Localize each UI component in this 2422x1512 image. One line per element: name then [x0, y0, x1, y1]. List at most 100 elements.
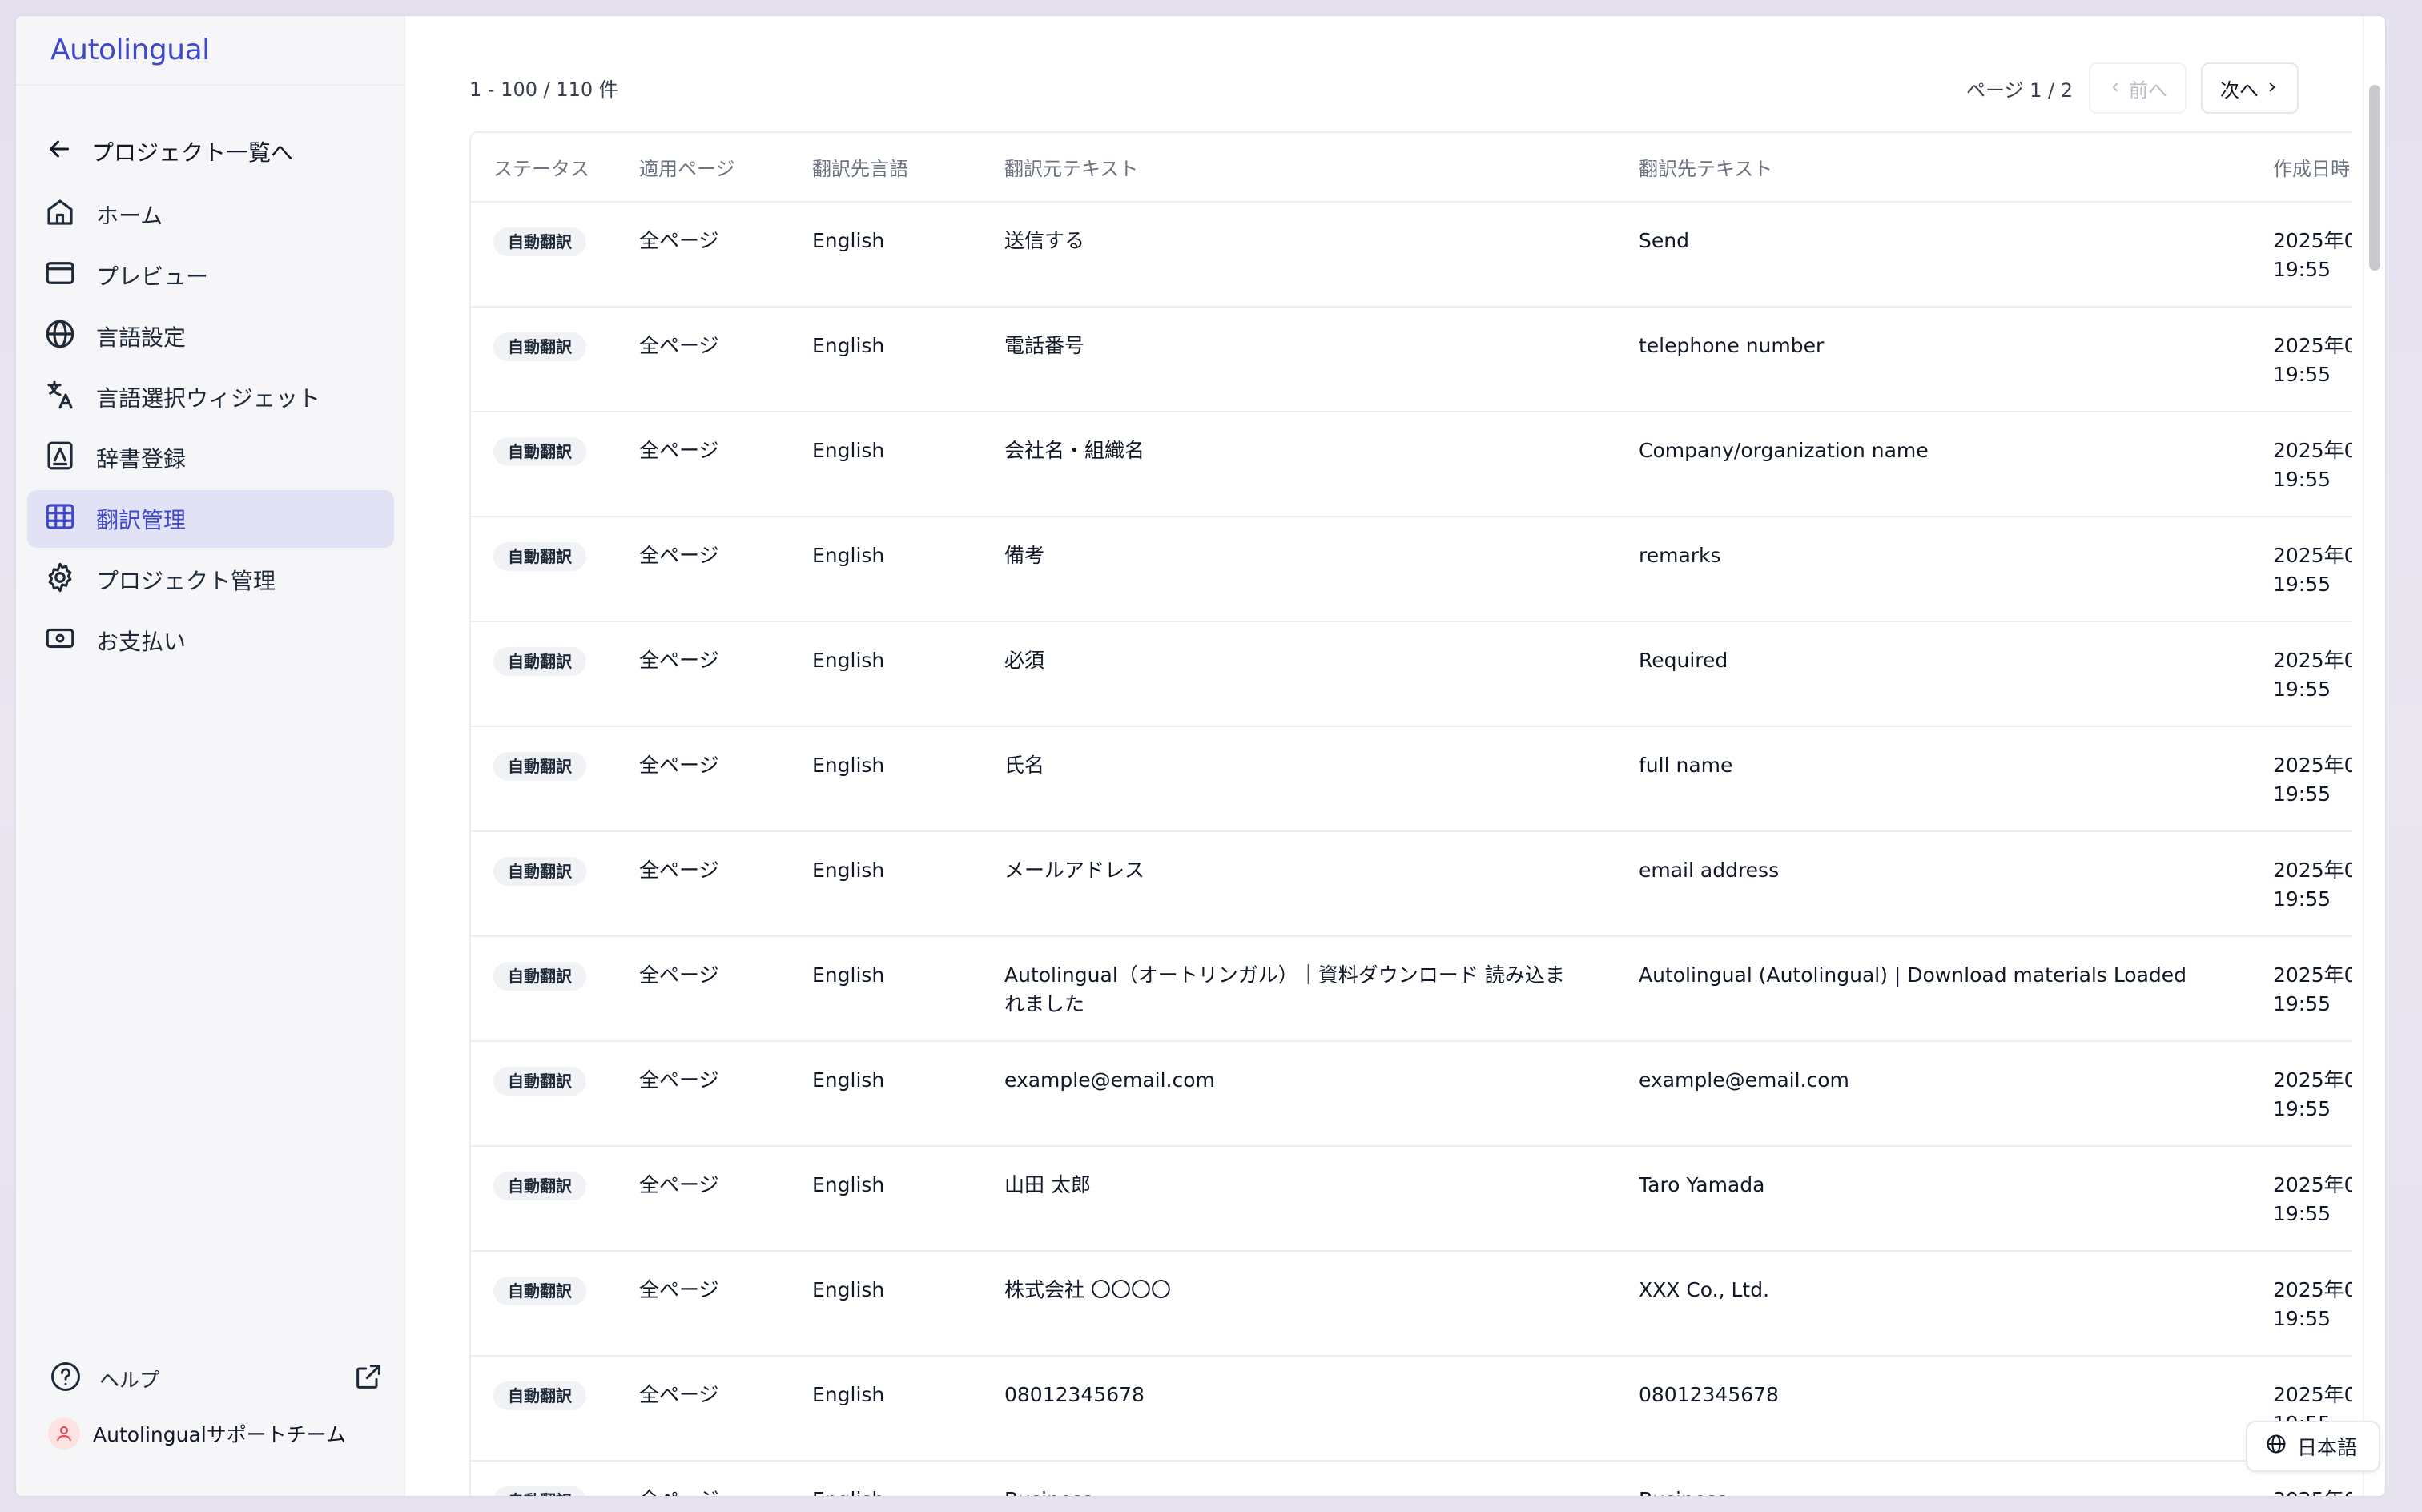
table-header-row: ステータス 適用ページ 翻訳先言語 翻訳元テキスト 翻訳先テキスト 作成日時: [471, 133, 2352, 203]
applied-page-cell: 全ページ: [617, 621, 790, 727]
target-text-cell: Autolingual (Autolingual) | Download mat…: [1616, 936, 2251, 1042]
next-page-button[interactable]: 次へ: [2201, 62, 2299, 114]
status-cell: 自動翻訳: [471, 726, 617, 832]
external-link-icon[interactable]: [352, 1361, 384, 1397]
sidebar-item-label: ホーム: [96, 203, 163, 229]
sidebar-item-translation-management[interactable]: 翻訳管理: [27, 490, 394, 548]
table-row[interactable]: 自動翻訳 全ページ English Autolingual（オートリンガル）｜資料ダウ…: [471, 936, 2352, 1042]
user-account[interactable]: Autolingualサポートチーム: [48, 1411, 384, 1456]
prev-page-button[interactable]: 前へ: [2089, 62, 2187, 114]
table-row[interactable]: 自動翻訳 全ページ English メールアドレス email address 2025年…: [471, 831, 2352, 937]
sidebar-item-label: プレビュー: [96, 263, 209, 290]
status-cell: 自動翻訳: [471, 1356, 617, 1462]
translate-icon: [43, 378, 77, 417]
status-badge: 自動翻訳: [493, 1067, 586, 1096]
target-language-cell: English: [790, 936, 982, 1042]
sidebar-item-payment[interactable]: お支払い: [27, 612, 394, 670]
sidebar-item-label: 翻訳管理: [96, 507, 187, 533]
applied-page-cell: 全ページ: [617, 1251, 790, 1357]
table-row[interactable]: 自動翻訳 全ページ English 山田 太郎 Taro Yamada 2025年0 19…: [471, 1146, 2352, 1252]
source-text-cell: 会社名・組織名: [982, 412, 1616, 517]
column-header-page[interactable]: 適用ページ: [617, 133, 790, 203]
status-badge: 自動翻訳: [493, 962, 586, 991]
status-cell: 自動翻訳: [471, 1041, 617, 1147]
applied-page-cell: 全ページ: [617, 726, 790, 832]
logo-row: Autolingual: [16, 16, 404, 86]
target-language-cell: English: [790, 621, 982, 727]
sidebar-item-language-settings[interactable]: 言語設定: [27, 308, 394, 365]
chevron-right-icon: [2265, 77, 2279, 99]
column-header-status[interactable]: ステータス: [471, 133, 617, 203]
applied-page-cell: 全ページ: [617, 1356, 790, 1462]
column-header-source-text[interactable]: 翻訳元テキスト: [982, 133, 1616, 203]
applied-page-cell: 全ページ: [617, 831, 790, 937]
help-circle-icon: [48, 1359, 83, 1399]
table-row[interactable]: 自動翻訳 全ページ English 備考 remarks 2025年0 19:55: [471, 517, 2352, 622]
status-badge: 自動翻訳: [493, 332, 586, 361]
status-cell: 自動翻訳: [471, 621, 617, 727]
table-row[interactable]: 自動翻訳 全ページ English 08012345678 08012345678 202…: [471, 1356, 2352, 1462]
target-text-cell: full name: [1616, 726, 2251, 832]
back-link-label: プロジェクト一覧へ: [91, 139, 294, 166]
table-row[interactable]: 自動翻訳 全ページ English 電話番号 telephone number 2025年…: [471, 307, 2352, 412]
status-badge: 自動翻訳: [493, 437, 586, 466]
language-switcher[interactable]: 日本語: [2246, 1421, 2380, 1472]
globe-icon: [2265, 1433, 2287, 1460]
source-text-cell: 氏名: [982, 726, 1616, 832]
status-badge: 自動翻訳: [493, 752, 586, 781]
dictionary-icon: [43, 439, 77, 478]
target-text-cell: telephone number: [1616, 307, 2251, 412]
column-header-target-language[interactable]: 翻訳先言語: [790, 133, 982, 203]
applied-page-cell: 全ページ: [617, 1461, 790, 1496]
app-logo[interactable]: Autolingual: [50, 34, 210, 66]
sidebar-item-label: プロジェクト管理: [96, 568, 276, 594]
sidebar-item-label: お支払い: [96, 629, 187, 655]
table-row[interactable]: 自動翻訳 全ページ English 必須 Required 2025年0 19:55: [471, 621, 2352, 727]
scrollbar[interactable]: [2363, 16, 2385, 1496]
scrollbar-thumb[interactable]: [2369, 85, 2380, 271]
sidebar-item-project-management[interactable]: プロジェクト管理: [27, 551, 394, 609]
table-row[interactable]: 自動翻訳 全ページ English example@email.com example@…: [471, 1041, 2352, 1147]
status-cell: 自動翻訳: [471, 831, 617, 937]
created-at-cell: 2025年0 19:55: [2251, 831, 2352, 937]
back-to-projects-link[interactable]: プロジェクト一覧へ: [45, 122, 381, 181]
created-at-cell: 2025年0 19:55: [2251, 1041, 2352, 1147]
help-link[interactable]: ヘルプ: [48, 1358, 384, 1400]
table-body: 自動翻訳 全ページ English 送信する Send 2025年0 19:55 自動翻訳全…: [471, 202, 2352, 1496]
applied-page-cell: 全ページ: [617, 517, 790, 622]
result-range-text: 1 - 100 / 110 件: [469, 78, 618, 101]
status-badge: 自動翻訳: [493, 1381, 586, 1410]
app-window: Autolingual プロジェクト一覧へ ホーム プレビュー 言語設定 言語選…: [16, 16, 2385, 1496]
table-row[interactable]: 自動翻訳 全ページ English 送信する Send 2025年0 19:55: [471, 202, 2352, 308]
translations-table: ステータス 適用ページ 翻訳先言語 翻訳元テキスト 翻訳先テキスト 作成日時 自…: [469, 131, 2352, 1496]
applied-page-cell: 全ページ: [617, 936, 790, 1042]
page-indicator: ページ 1 / 2: [1965, 78, 2073, 102]
source-text-cell: Autolingual（オートリンガル）｜資料ダウンロード 読み込まれました: [982, 936, 1616, 1042]
status-cell: 自動翻訳: [471, 1146, 617, 1252]
target-text-cell: Business: [1616, 1461, 2251, 1496]
target-language-cell: English: [790, 307, 982, 412]
column-header-created-at[interactable]: 作成日時: [2251, 133, 2352, 203]
sidebar-item-dictionary[interactable]: 辞書登録: [27, 429, 394, 487]
status-badge: 自動翻訳: [493, 1486, 586, 1496]
source-text-cell: 必須: [982, 621, 1616, 727]
help-label: ヘルプ: [99, 1369, 160, 1392]
target-text-cell: example@email.com: [1616, 1041, 2251, 1147]
status-cell: 自動翻訳: [471, 1251, 617, 1357]
sidebar-item-home[interactable]: ホーム: [27, 186, 394, 243]
table-row[interactable]: 自動翻訳 全ページ English 会社名・組織名 Company/organizati…: [471, 412, 2352, 517]
target-language-cell: English: [790, 412, 982, 517]
sidebar-item-language-widget[interactable]: 言語選択ウィジェット: [27, 368, 394, 426]
home-icon: [43, 195, 77, 235]
table-row[interactable]: 自動翻訳全ページEnglishBusinessBusiness2025年0 19…: [471, 1461, 2352, 1496]
target-text-cell: remarks: [1616, 517, 2251, 622]
next-page-label: 次へ: [2220, 78, 2259, 102]
status-cell: 自動翻訳: [471, 412, 617, 517]
status-cell: 自動翻訳: [471, 1461, 617, 1496]
source-text-cell: 電話番号: [982, 307, 1616, 412]
table-row[interactable]: 自動翻訳 全ページ English 株式会社 〇〇〇〇 XXX Co., Ltd. 202…: [471, 1251, 2352, 1357]
sidebar-item-preview[interactable]: プレビュー: [27, 247, 394, 304]
table-row[interactable]: 自動翻訳 全ページ English 氏名 full name 2025年0 19:55: [471, 726, 2352, 832]
sidebar-item-label: 言語選択ウィジェット: [96, 385, 321, 412]
column-header-target-text[interactable]: 翻訳先テキスト: [1616, 133, 2251, 203]
